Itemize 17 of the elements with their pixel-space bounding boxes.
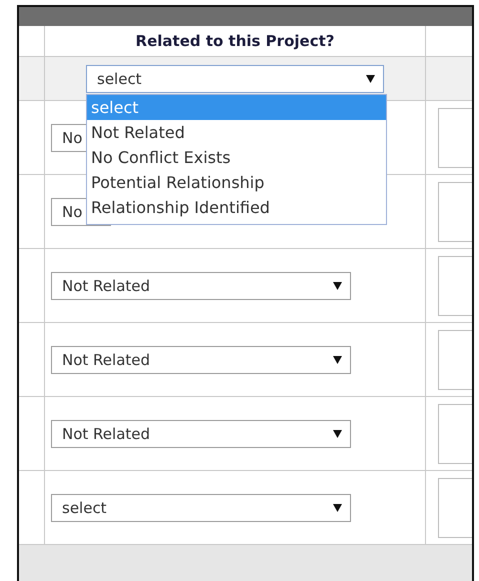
text-field[interactable] bbox=[438, 478, 472, 538]
row-dropdown[interactable]: Not Related bbox=[51, 346, 351, 374]
caret-icon bbox=[333, 355, 342, 364]
row-dropdown[interactable]: select bbox=[51, 494, 351, 522]
text-field[interactable] bbox=[438, 330, 472, 390]
caret-icon bbox=[333, 503, 342, 512]
caret-icon bbox=[366, 74, 375, 83]
caret-icon bbox=[333, 281, 342, 290]
caret-icon bbox=[333, 429, 342, 438]
filter-dropdown[interactable]: select bbox=[86, 64, 384, 92]
text-field[interactable] bbox=[438, 108, 472, 168]
column-header: Related to this Project? bbox=[136, 32, 334, 50]
row-dropdown[interactable]: Not Related bbox=[51, 272, 351, 300]
text-field[interactable] bbox=[438, 182, 472, 242]
text-field[interactable] bbox=[438, 256, 472, 316]
row-dropdown[interactable]: Not Related bbox=[51, 420, 351, 448]
text-field[interactable] bbox=[438, 404, 472, 464]
